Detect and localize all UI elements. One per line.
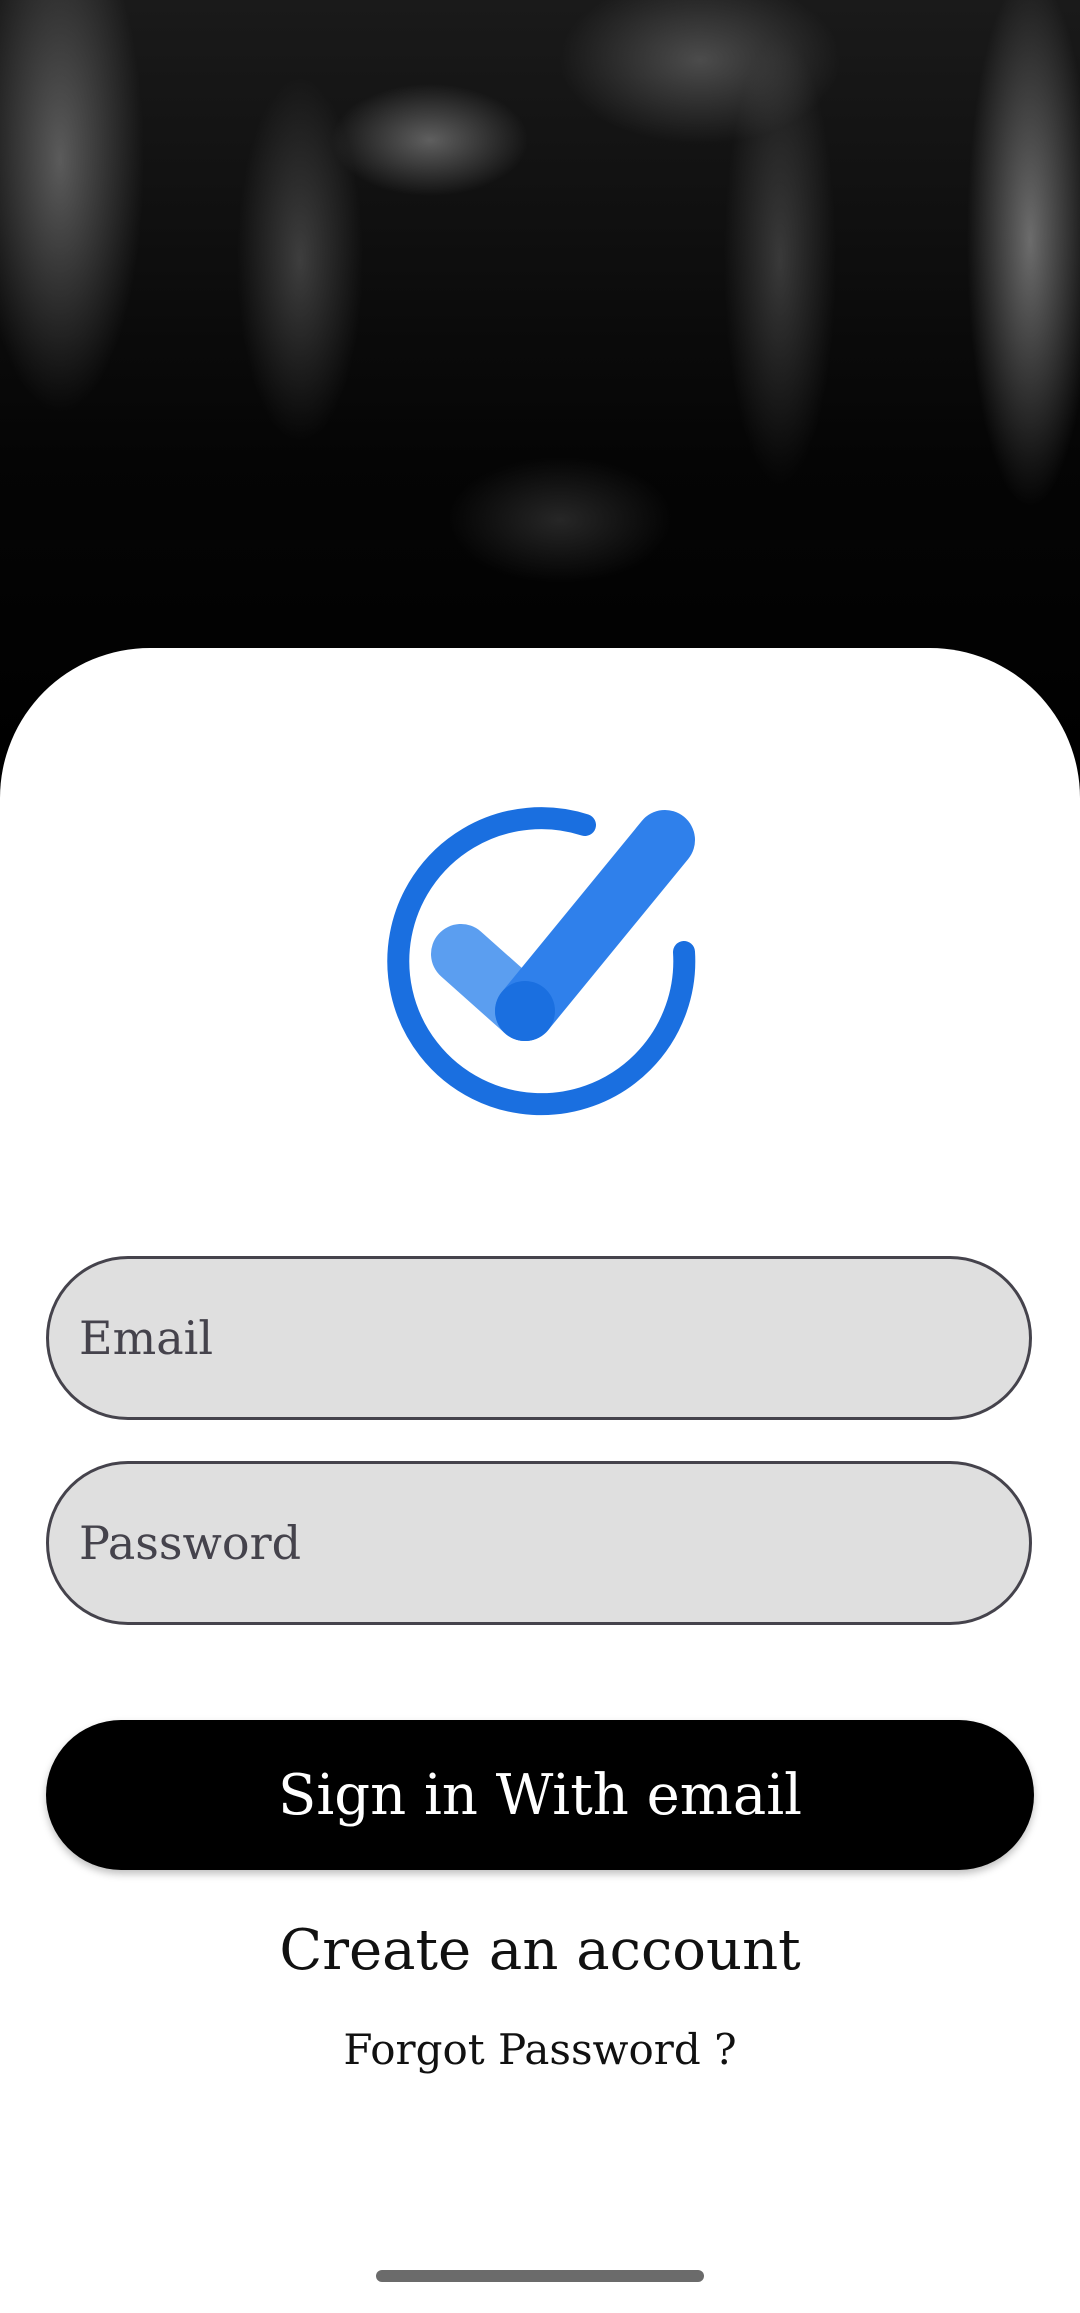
hero-background-image: [0, 0, 1080, 760]
login-screen: Sign in With email Create an account For…: [0, 0, 1080, 2313]
create-account-link[interactable]: Create an account: [0, 1918, 1080, 1983]
password-input[interactable]: [79, 1464, 999, 1622]
check-circle-icon: [387, 807, 696, 1116]
home-indicator[interactable]: [376, 2270, 704, 2282]
email-field-container[interactable]: [46, 1256, 1032, 1420]
email-input[interactable]: [79, 1259, 999, 1417]
password-field-container[interactable]: [46, 1461, 1032, 1625]
forgot-password-link[interactable]: Forgot Password ?: [0, 2025, 1080, 2074]
sign-in-with-email-button[interactable]: Sign in With email: [46, 1720, 1034, 1870]
